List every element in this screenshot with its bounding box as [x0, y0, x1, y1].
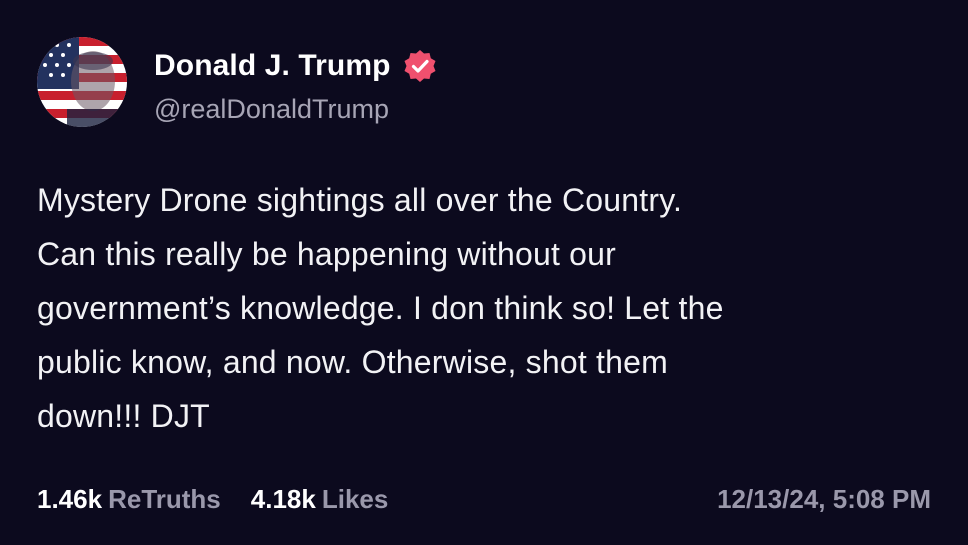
retruths-count: 1.46k: [37, 484, 103, 514]
likes-count: 4.18k: [250, 484, 316, 514]
avatar-flag-icon: [37, 37, 127, 127]
retruths-stat[interactable]: 1.46k ReTruths: [37, 484, 221, 515]
author-display-name[interactable]: Donald J. Trump: [154, 49, 391, 83]
likes-stat[interactable]: 4.18k Likes: [251, 484, 389, 515]
post-timestamp[interactable]: 12/13/24, 5:08 PM: [717, 484, 931, 515]
post-body: Mystery Drone sightings all over the Cou…: [37, 182, 724, 434]
author-handle[interactable]: @realDonaldTrump: [154, 94, 389, 125]
verified-badge-icon: [401, 47, 439, 85]
author-name-row: Donald J. Trump: [154, 46, 439, 86]
post-stats: 1.46k ReTruths 4.18k Likes: [37, 484, 418, 515]
retruths-label: ReTruths: [108, 484, 221, 514]
likes-label: Likes: [321, 484, 389, 514]
avatar[interactable]: [37, 37, 127, 127]
truth-post: Donald J. Trump @realDonaldTrump Mystery…: [0, 0, 968, 545]
